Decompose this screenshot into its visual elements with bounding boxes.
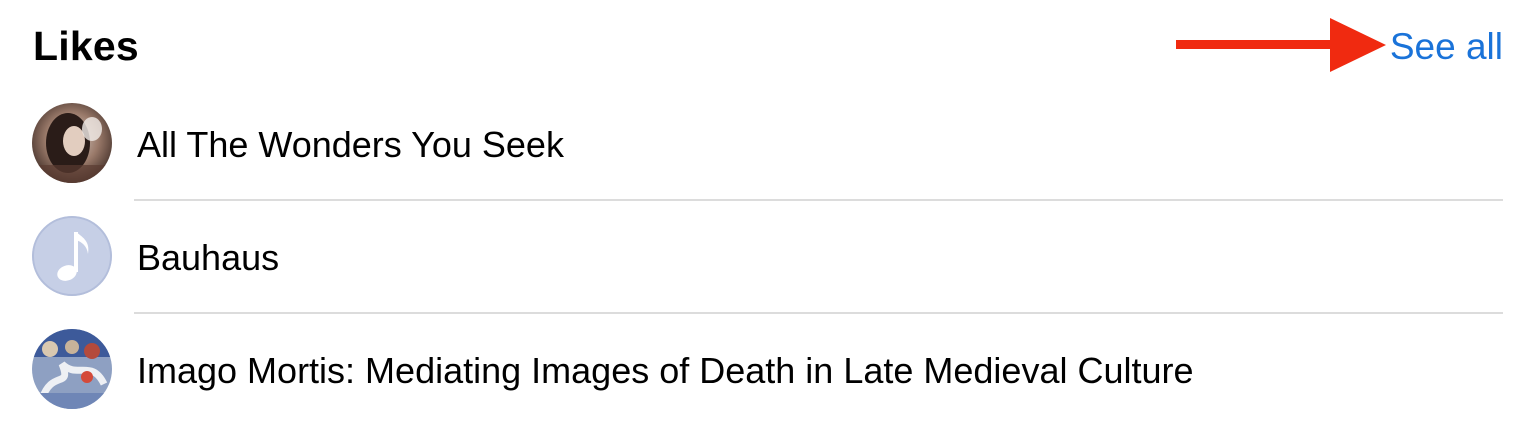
avatar: [32, 329, 112, 409]
avatar: [32, 103, 112, 183]
list-item-label: Bauhaus: [137, 237, 280, 278]
likes-list: All The Wonders You Seek Bauhaus Imago M…: [0, 88, 1536, 427]
see-all-link[interactable]: See all: [1390, 22, 1503, 72]
list-item[interactable]: Imago Mortis: Mediating Images of Death …: [0, 314, 1536, 427]
list-item-label: Imago Mortis: Mediating Images of Death …: [137, 350, 1194, 391]
avatar: [32, 216, 112, 296]
music-note-icon: [32, 216, 112, 296]
list-item[interactable]: Bauhaus: [0, 201, 1536, 314]
medieval-artwork-icon: [32, 329, 112, 409]
likes-header: Likes See all: [0, 0, 1536, 96]
section-title: Likes: [33, 23, 139, 69]
portrait-photo-icon: [32, 103, 112, 183]
list-item-label: All The Wonders You Seek: [137, 124, 564, 165]
red-arrow-annotation: [1176, 18, 1386, 72]
list-item[interactable]: All The Wonders You Seek: [0, 88, 1536, 201]
